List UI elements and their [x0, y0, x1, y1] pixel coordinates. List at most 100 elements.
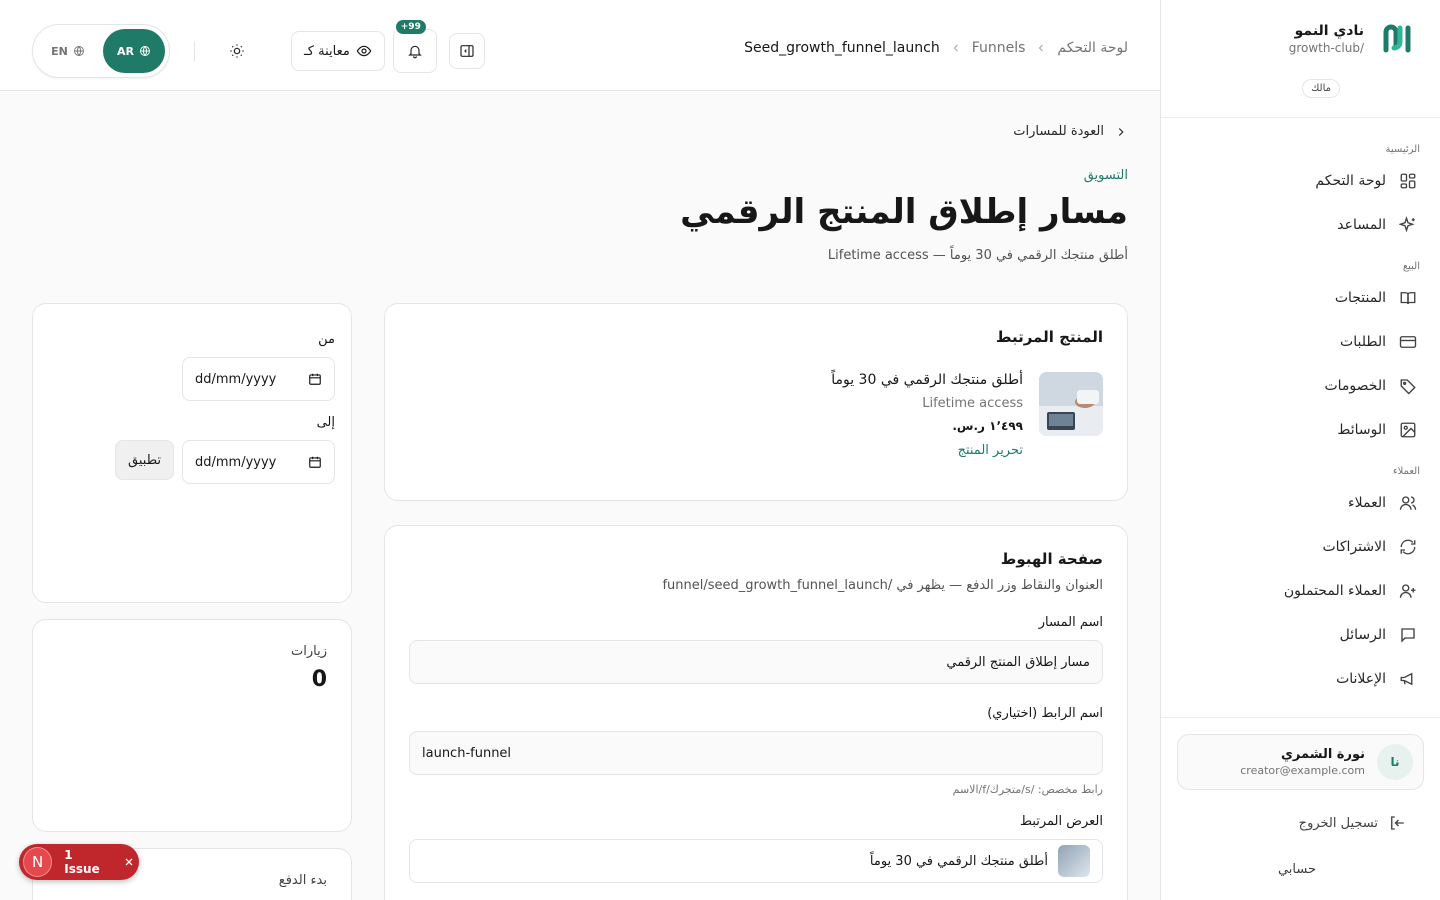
date-filter-card: من dd/mm/yyyy إلى dd/mm/yyyy تطبيق [32, 303, 352, 603]
sidebar-item-customers[interactable]: العملاء [1177, 481, 1424, 525]
brand-header: نادي النمو growth-club/ مالك [1161, 0, 1440, 118]
sidebar-item-orders[interactable]: الطلبات [1177, 320, 1424, 364]
funnel-name-value: مسار إطلاق المنتج الرقمي [946, 654, 1090, 670]
linked-product-card: المنتج المرتبط أطلق منتجك الرقمي في 30 ي… [384, 303, 1128, 501]
sidebar-bottom: نا نورة الشمري creator@example.com تسجيل… [1161, 717, 1440, 900]
calendar-icon [308, 455, 322, 469]
issues-label: 1 Issue [64, 848, 100, 876]
theme-toggle-button[interactable] [219, 33, 255, 69]
notifications-button[interactable]: +99 [392, 20, 437, 73]
role-badge: مالك [1302, 79, 1340, 98]
offer-thumbnail [1058, 845, 1090, 877]
sidebar-item-ads[interactable]: الإعلانات [1177, 657, 1424, 701]
sidebar-item-messages[interactable]: الرسائل [1177, 613, 1424, 657]
linked-offer-value: أطلق منتجك الرقمي في 30 يوماً [869, 853, 1048, 869]
visits-stat-card: زيارات 0 [32, 619, 352, 832]
to-date-placeholder: dd/mm/yyyy [195, 454, 277, 470]
sidebar-item-dashboard[interactable]: لوحة التحكم [1177, 159, 1424, 203]
sidebar-item-label: لوحة التحكم [1315, 173, 1386, 189]
user-email: creator@example.com [1240, 764, 1365, 777]
sidebar: نادي النمو growth-club/ مالك الرئيسية لو… [1160, 0, 1440, 900]
back-to-funnels-link[interactable]: العودة للمسارات [1013, 124, 1128, 139]
sidebar-item-label: المنتجات [1334, 290, 1386, 306]
card-title: المنتج المرتبط [995, 328, 1103, 346]
divider [194, 41, 195, 61]
account-link[interactable]: حسابي [1161, 846, 1440, 892]
from-date-input[interactable]: dd/mm/yyyy [182, 357, 335, 401]
user-card[interactable]: نا نورة الشمري creator@example.com [1177, 734, 1424, 790]
from-date-label: من [318, 332, 335, 347]
linked-offer-select[interactable]: أطلق منتجك الرقمي في 30 يوماً [409, 839, 1103, 883]
sidebar-item-label: الوسائط [1337, 422, 1386, 438]
next-logo-icon: N [23, 847, 53, 877]
brand-logo-icon[interactable] [1378, 20, 1416, 58]
page-eyebrow: التسويق [1083, 168, 1128, 183]
nav-section-title: العملاء [1392, 466, 1420, 477]
slug-label: اسم الرابط (اختياري) [987, 706, 1103, 721]
megaphone-icon [1398, 669, 1418, 689]
product-price: ١٬٤٩٩ ر.س. [952, 419, 1023, 433]
lang-ar-option[interactable]: AR [103, 29, 165, 73]
issues-indicator[interactable]: N 1 Issue [19, 844, 139, 880]
refresh-icon [1398, 537, 1418, 557]
sidebar-item-label: الإعلانات [1336, 671, 1386, 687]
nav-section-title: البيع [1402, 261, 1420, 272]
toggle-sidebar-button[interactable] [448, 33, 485, 69]
preview-as-button[interactable]: معاينة كـ [291, 31, 385, 71]
globe-icon [73, 45, 85, 57]
breadcrumb-current: Seed_growth_funnel_launch [744, 40, 940, 56]
to-date-label: إلى [316, 415, 335, 430]
bell-icon [407, 43, 423, 59]
breadcrumb-section[interactable]: Funnels [972, 40, 1026, 56]
eye-icon [356, 43, 372, 59]
user-name: نورة الشمري [1281, 747, 1365, 762]
product-thumbnail [1039, 372, 1103, 436]
card-title: صفحة الهبوط [1000, 550, 1103, 568]
card-description: العنوان والنقاط وزر الدفع — يظهر في /fun… [662, 578, 1103, 593]
back-label: العودة للمسارات [1013, 124, 1104, 139]
lang-en-option[interactable]: EN [37, 29, 99, 73]
sidebar-item-leads[interactable]: العملاء المحتملون [1177, 569, 1424, 613]
logout-label: تسجيل الخروج [1298, 815, 1378, 831]
close-icon[interactable] [123, 856, 135, 868]
calendar-icon [308, 372, 322, 386]
sidebar-item-label: المساعد [1337, 217, 1386, 233]
sidebar-item-subscriptions[interactable]: الاشتراكات [1177, 525, 1424, 569]
language-toggle: EN AR [32, 24, 170, 78]
sidebar-item-label: الاشتراكات [1322, 539, 1386, 555]
to-date-input[interactable]: dd/mm/yyyy [182, 440, 335, 484]
sidebar-item-assistant[interactable]: المساعد [1177, 203, 1424, 247]
lang-ar-label: AR [117, 44, 134, 58]
breadcrumb-root[interactable]: لوحة التحكم [1057, 40, 1128, 56]
logout-icon [1388, 814, 1406, 832]
preview-as-label: معاينة كـ [304, 43, 350, 59]
visits-value: 0 [311, 667, 327, 692]
message-icon [1398, 625, 1418, 645]
sidebar-nav: الرئيسية لوحة التحكم المساعد البيع المنت… [1161, 118, 1440, 717]
user-plus-icon [1398, 581, 1418, 601]
globe-icon [139, 45, 151, 57]
top-actions: EN AR معاينة كـ +99 [32, 20, 485, 78]
image-icon [1398, 420, 1418, 440]
funnel-name-input[interactable]: مسار إطلاق المنتج الرقمي [409, 640, 1103, 684]
notifications-badge: +99 [395, 20, 426, 34]
sidebar-item-discounts[interactable]: الخصومات [1177, 364, 1424, 408]
tag-icon [1398, 376, 1418, 396]
product-subtitle: Lifetime access [922, 396, 1023, 411]
sidebar-item-products[interactable]: المنتجات [1177, 276, 1424, 320]
edit-product-link[interactable]: تحرير المنتج [831, 443, 1023, 458]
slug-input[interactable]: launch-funnel [409, 731, 1103, 775]
sidebar-item-media[interactable]: الوسائط [1177, 408, 1424, 452]
slug-hint: رابط مخصص: /s/متجرك/f/الاسم [952, 783, 1103, 796]
page-title: مسار إطلاق المنتج الرقمي [680, 192, 1128, 232]
logout-button[interactable]: تسجيل الخروج [1161, 800, 1440, 846]
sidebar-item-label: الخصومات [1324, 378, 1386, 394]
nav-section-title: الرئيسية [1385, 144, 1420, 155]
panel-icon [459, 43, 475, 59]
chevron-right-icon [1114, 125, 1128, 139]
credit-card-icon [1398, 332, 1418, 352]
sidebar-item-label: الرسائل [1339, 627, 1386, 643]
avatar: نا [1377, 744, 1413, 780]
account-label: حسابي [1277, 861, 1316, 877]
apply-button[interactable]: تطبيق [115, 440, 174, 480]
